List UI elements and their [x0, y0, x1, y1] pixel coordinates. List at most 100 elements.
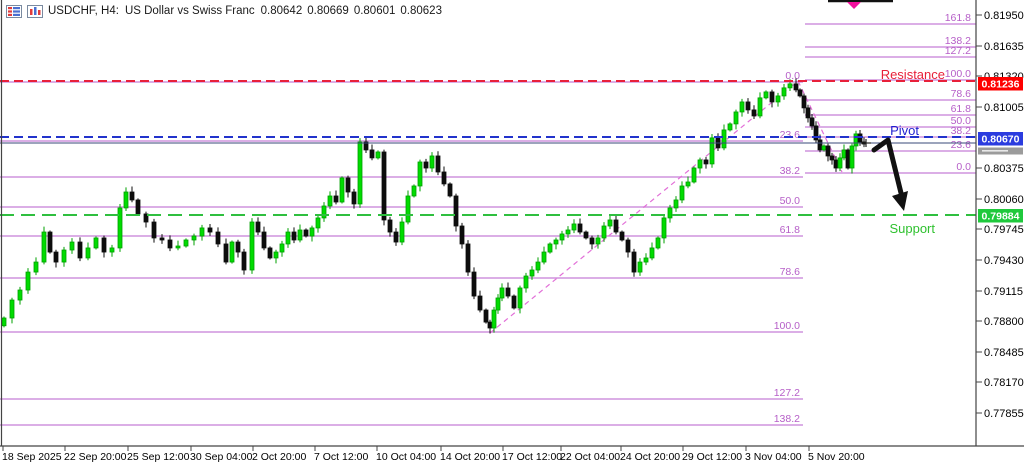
candle-body — [620, 232, 624, 240]
candle-body — [242, 252, 246, 270]
candle-body — [86, 248, 90, 258]
fib-retracement-main-label: 23.6 — [780, 129, 801, 141]
candle-body — [136, 200, 140, 214]
candle-body — [124, 192, 128, 208]
candle-body — [280, 244, 284, 252]
candle-body — [802, 96, 806, 108]
candle-body — [626, 240, 630, 252]
candle-body — [608, 220, 612, 226]
candle-body — [18, 290, 22, 300]
candle-body — [286, 232, 290, 244]
candle-body — [560, 234, 564, 240]
fib-retracement-main-label: 127.2 — [774, 387, 800, 399]
candle-body — [788, 84, 792, 88]
candle-body — [62, 250, 66, 262]
candle-body — [740, 102, 744, 112]
x-tick-label: 22 Sep 20:00 — [64, 451, 127, 463]
candle-body — [224, 244, 228, 262]
candle-body — [304, 230, 308, 236]
candle-body — [448, 184, 452, 196]
fib-retracement-main-label: 100.0 — [774, 320, 800, 332]
ohlc-high: 0.80669 — [307, 5, 349, 17]
fib-retracement-recent-label: 161.8 — [945, 12, 971, 24]
candle-body — [208, 228, 212, 232]
candle-body — [394, 232, 398, 242]
candle-body — [110, 248, 114, 252]
candle-body — [168, 240, 172, 248]
candle-body — [478, 296, 482, 310]
fib-retracement-recent-label: 61.8 — [951, 103, 972, 115]
candle-body — [530, 270, 534, 276]
fib-retracement-recent-label: 78.6 — [951, 88, 972, 100]
candle-body — [656, 238, 660, 248]
pivot-label: Pivot — [890, 123, 919, 138]
y-tick-label: 0.79745 — [984, 224, 1024, 236]
x-tick-label: 24 Oct 20:00 — [620, 451, 680, 463]
candle-body — [776, 96, 780, 102]
candle-body — [442, 172, 446, 184]
sell-signal-marker-icon — [847, 2, 861, 9]
projection-arrow-head[interactable] — [892, 191, 908, 211]
resistance-line-badge-text: 0.81236 — [982, 79, 1020, 91]
candle-body — [26, 272, 30, 290]
chart-header: USDCHF, H4: US Dollar vs Swiss Franc 0.8… — [6, 3, 447, 19]
x-tick-label: 29 Oct 12:00 — [682, 451, 742, 463]
candle-body — [542, 252, 546, 262]
x-tick-label: 7 Oct 12:00 — [314, 451, 368, 463]
y-tick-label: 0.81635 — [984, 41, 1024, 53]
candle-body — [48, 232, 52, 252]
x-tick-label: 2 Oct 20:00 — [252, 451, 306, 463]
fib-retracement-recent-label: 23.6 — [951, 139, 972, 151]
y-tick-label: 0.77855 — [984, 408, 1024, 420]
candle-body — [668, 208, 672, 218]
candle-body — [638, 262, 642, 272]
candle-body — [722, 130, 726, 148]
candle-body — [596, 238, 600, 244]
chart-panel-icon[interactable] — [27, 5, 43, 18]
candle-body — [382, 152, 386, 220]
y-tick-label: 0.81005 — [984, 102, 1024, 114]
candle-body — [484, 310, 488, 322]
candle-body — [650, 248, 654, 258]
candle-body — [834, 160, 838, 168]
candle-body — [644, 258, 648, 262]
pivot-line-badge-text: 0.80670 — [982, 134, 1020, 146]
projection-arrow-line[interactable] — [874, 140, 901, 193]
candle-body — [400, 222, 404, 242]
candle-body — [842, 150, 846, 158]
candle-body — [322, 206, 326, 218]
candle-body — [854, 134, 858, 146]
fib-retracement-main-label: 50.0 — [780, 195, 801, 207]
candle-body — [782, 88, 786, 96]
candle-body — [692, 168, 696, 182]
fib-retracement-recent-label: 0.0 — [956, 161, 971, 173]
candle-body — [376, 152, 380, 158]
candle-body — [192, 236, 196, 240]
candle-body — [298, 230, 302, 240]
candle-body — [518, 288, 522, 308]
candle-body — [406, 196, 410, 222]
candle-body — [554, 240, 558, 244]
fib-retracement-recent-label: 127.2 — [945, 45, 971, 57]
support-line-badge-text: 0.79884 — [982, 211, 1020, 223]
candle-body — [292, 232, 296, 240]
fib-retracement-main-label: 38.2 — [780, 165, 801, 177]
fib-retracement-recent-label: 38.2 — [951, 125, 972, 137]
x-tick-label: 10 Oct 04:00 — [376, 451, 436, 463]
candle-body — [334, 196, 338, 202]
candle-body — [710, 138, 714, 164]
candle-body — [704, 160, 708, 164]
candle-body — [590, 238, 594, 244]
candle-body — [492, 310, 496, 328]
candle-body — [436, 156, 440, 172]
candle-body — [496, 298, 500, 310]
candle-body — [794, 84, 798, 90]
x-tick-label: 30 Sep 04:00 — [190, 451, 253, 463]
candle-body — [566, 230, 570, 234]
y-tick-label: 0.78800 — [984, 316, 1024, 328]
candle-body — [698, 160, 702, 168]
candle-body — [680, 186, 684, 200]
candle-body — [256, 222, 260, 232]
y-tick-label: 0.80375 — [984, 163, 1024, 175]
quotes-panel-icon[interactable] — [6, 5, 22, 18]
